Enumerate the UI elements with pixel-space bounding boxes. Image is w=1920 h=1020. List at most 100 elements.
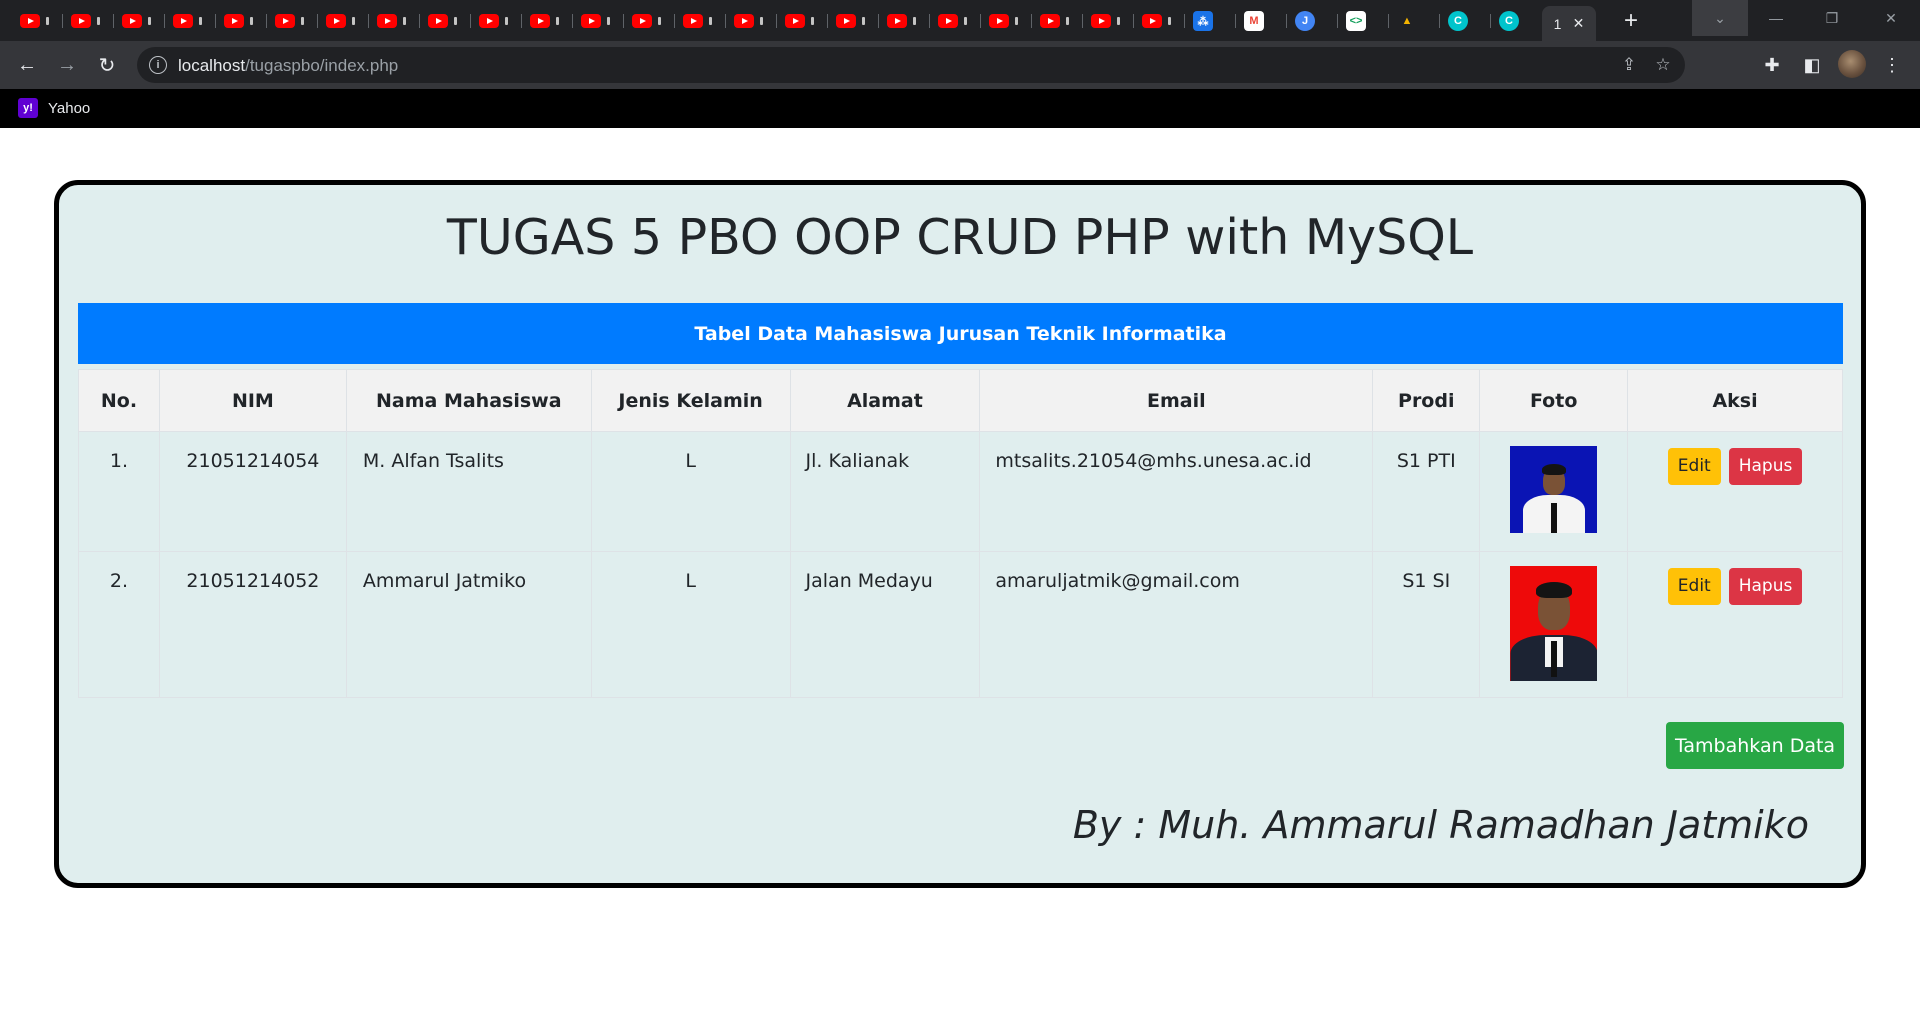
bookmark-label: Yahoo xyxy=(48,99,91,117)
col-header-alamat: Alamat xyxy=(789,369,981,432)
table-row: 1. 21051214054 M. Alfan Tsalits L Jl. Ka… xyxy=(78,431,1843,552)
author-byline: By : Muh. Ammarul Ramadhan Jatmiko xyxy=(1072,803,1809,847)
tab-youtube[interactable] xyxy=(1083,6,1134,36)
tab-youtube[interactable] xyxy=(63,6,114,36)
tab-dots[interactable]: ⁂ xyxy=(1185,6,1236,36)
close-icon[interactable]: ✕ xyxy=(1573,15,1585,32)
cell-nim: 21051214052 xyxy=(158,551,347,698)
tab-youtube[interactable] xyxy=(1032,6,1083,36)
tab-youtube[interactable] xyxy=(420,6,471,36)
youtube-icon xyxy=(938,14,958,28)
tab-strip: ⁂ M J <> ▲ C C 1 ✕ + ⌄ — ❐ ✕ xyxy=(0,0,1920,41)
youtube-icon xyxy=(989,14,1009,28)
tab-youtube[interactable] xyxy=(828,6,879,36)
tab-youtube[interactable] xyxy=(369,6,420,36)
page-title: TUGAS 5 PBO OOP CRUD PHP with MySQL xyxy=(446,209,1474,266)
tab-youtube[interactable] xyxy=(1134,6,1185,36)
new-tab-button[interactable]: + xyxy=(1616,6,1646,36)
url-text[interactable]: localhost/tugaspbo/index.php xyxy=(178,56,398,76)
tab-canva[interactable]: C xyxy=(1440,6,1491,36)
tab-active-title: 1 xyxy=(1553,15,1562,32)
tab-youtube[interactable] xyxy=(573,6,624,36)
avatar[interactable] xyxy=(1838,50,1866,78)
cell-prodi: S1 SI xyxy=(1372,551,1481,698)
tab-code[interactable]: <> xyxy=(1338,6,1389,36)
youtube-icon xyxy=(20,14,40,28)
table-caption: Tabel Data Mahasiswa Jurusan Teknik Info… xyxy=(78,303,1843,364)
tab-youtube[interactable] xyxy=(777,6,828,36)
tab-j[interactable]: J xyxy=(1287,6,1338,36)
delete-button[interactable]: Hapus xyxy=(1728,448,1803,485)
tab-youtube[interactable] xyxy=(318,6,369,36)
extensions-icon[interactable]: ✚ xyxy=(1756,49,1788,81)
tab-youtube[interactable] xyxy=(675,6,726,36)
tab-youtube[interactable] xyxy=(930,6,981,36)
edit-button[interactable]: Edit xyxy=(1667,448,1721,485)
tab-logo[interactable]: ▲ xyxy=(1389,6,1440,36)
forward-icon[interactable]: → xyxy=(51,49,83,81)
tab-youtube[interactable] xyxy=(12,6,63,36)
youtube-icon xyxy=(479,14,499,28)
back-icon[interactable]: ← xyxy=(11,49,43,81)
menu-icon[interactable]: ⋮ xyxy=(1876,49,1908,81)
youtube-icon xyxy=(1091,14,1111,28)
address-bar[interactable]: i localhost/tugaspbo/index.php ⇪ ☆ xyxy=(137,47,1685,83)
side-panel-icon[interactable]: ◧ xyxy=(1796,49,1828,81)
tab-active[interactable]: 1 ✕ xyxy=(1542,6,1596,41)
tab-youtube[interactable] xyxy=(114,6,165,36)
youtube-icon xyxy=(1040,14,1060,28)
edit-button[interactable]: Edit xyxy=(1667,568,1721,605)
tabs-row: ⁂ M J <> ▲ C C 1 ✕ + xyxy=(12,6,1646,41)
cell-aksi: Edit Hapus xyxy=(1627,431,1843,552)
tab-youtube[interactable] xyxy=(267,6,318,36)
col-header-prodi: Prodi xyxy=(1372,369,1481,432)
add-data-button[interactable]: Tambahkan Data xyxy=(1666,722,1844,769)
info-icon[interactable]: i xyxy=(149,56,167,74)
main-card: TUGAS 5 PBO OOP CRUD PHP with MySQL Tabe… xyxy=(54,180,1866,888)
cell-alamat: Jalan Medayu xyxy=(789,551,981,698)
browser-toolbar: ← → ↻ i localhost/tugaspbo/index.php ⇪ ☆… xyxy=(0,41,1920,89)
student-table: No. NIM Nama Mahasiswa Jenis Kelamin Ala… xyxy=(78,369,1843,698)
youtube-icon xyxy=(734,14,754,28)
close-window-button[interactable]: ✕ xyxy=(1862,0,1920,36)
star-icon[interactable]: ☆ xyxy=(1651,53,1675,77)
table-header-row: No. NIM Nama Mahasiswa Jenis Kelamin Ala… xyxy=(78,369,1843,432)
col-header-jenis-kelamin: Jenis Kelamin xyxy=(590,369,791,432)
col-header-email: Email xyxy=(979,369,1374,432)
cell-alamat: Jl. Kalianak xyxy=(789,431,981,552)
cell-foto xyxy=(1479,431,1629,552)
bookmarks-bar: y! Yahoo xyxy=(0,89,1920,128)
tab-youtube[interactable] xyxy=(216,6,267,36)
youtube-icon xyxy=(377,14,397,28)
tab-youtube[interactable] xyxy=(165,6,216,36)
cell-nama: Ammarul Jatmiko xyxy=(345,551,592,698)
tab-youtube[interactable] xyxy=(726,6,777,36)
table-row: 2. 21051214052 Ammarul Jatmiko L Jalan M… xyxy=(78,551,1843,698)
cell-foto xyxy=(1479,551,1629,698)
youtube-icon xyxy=(326,14,346,28)
cell-email: amaruljatmik@gmail.com xyxy=(979,551,1374,698)
logo-icon: ▲ xyxy=(1397,11,1417,31)
youtube-icon xyxy=(632,14,652,28)
minimize-button[interactable]: — xyxy=(1748,0,1804,36)
col-header-nama: Nama Mahasiswa xyxy=(345,369,592,432)
tab-gmail[interactable]: M xyxy=(1236,6,1287,36)
share-icon[interactable]: ⇪ xyxy=(1617,53,1641,77)
youtube-icon xyxy=(836,14,856,28)
reload-icon[interactable]: ↻ xyxy=(91,49,123,81)
col-header-no: No. xyxy=(78,369,160,432)
tab-youtube[interactable] xyxy=(879,6,930,36)
restore-button[interactable]: ❐ xyxy=(1804,0,1860,36)
tab-youtube[interactable] xyxy=(624,6,675,36)
tab-youtube[interactable] xyxy=(471,6,522,36)
youtube-icon xyxy=(683,14,703,28)
chevron-down-icon[interactable]: ⌄ xyxy=(1692,0,1748,36)
tab-canva[interactable]: C xyxy=(1491,6,1542,36)
cell-nim: 21051214054 xyxy=(158,431,347,552)
col-header-aksi: Aksi xyxy=(1627,369,1843,432)
delete-button[interactable]: Hapus xyxy=(1728,568,1803,605)
tab-youtube[interactable] xyxy=(522,6,573,36)
tab-youtube[interactable] xyxy=(981,6,1032,36)
code-icon: <> xyxy=(1346,11,1366,31)
bookmark-yahoo[interactable]: y! Yahoo xyxy=(18,97,90,119)
